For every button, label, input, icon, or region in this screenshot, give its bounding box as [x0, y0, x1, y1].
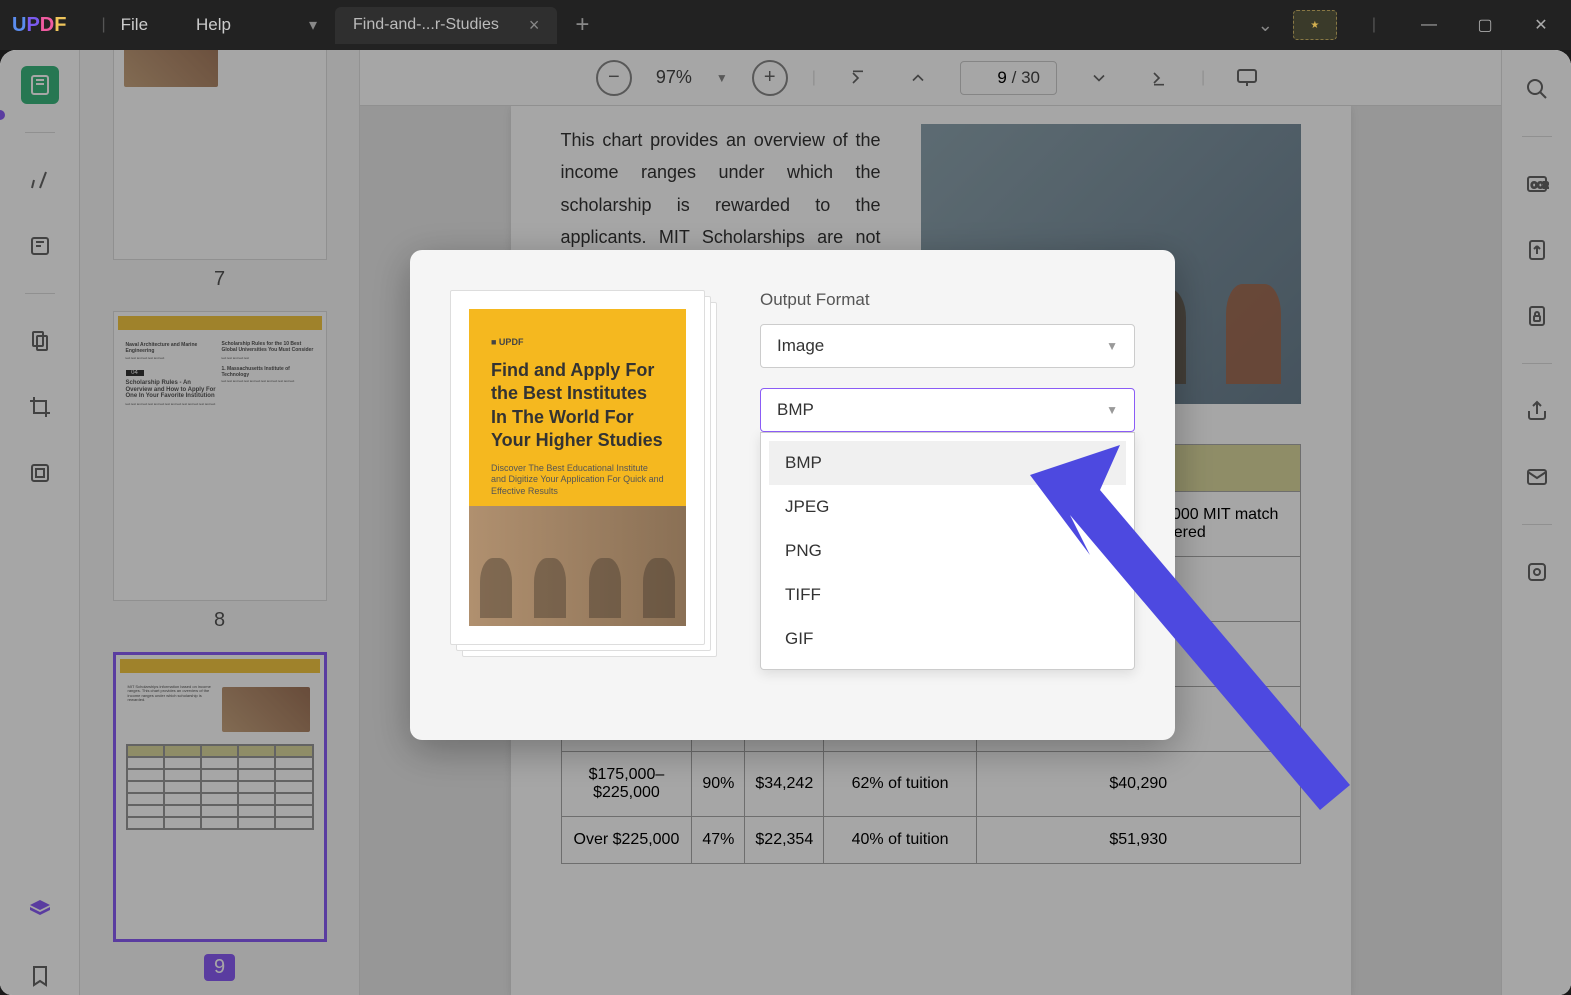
chevron-down-icon: ▼: [1106, 339, 1118, 353]
subformat-select[interactable]: BMP ▼: [760, 388, 1135, 432]
maximize-button[interactable]: ▢: [1467, 7, 1503, 43]
option-gif[interactable]: GIF: [769, 617, 1126, 661]
export-dialog: ■ UPDF Find and Apply For the Best Insti…: [410, 250, 1175, 740]
document-tab[interactable]: Find-and-...r-Studies ×: [335, 7, 557, 44]
subformat-dropdown: BMP JPEG PNG TIFF GIF: [760, 432, 1135, 670]
titlebar: UPDF | File Help ▾ Find-and-...r-Studies…: [0, 0, 1571, 50]
close-tab-icon[interactable]: ×: [529, 15, 540, 36]
tab-title: Find-and-...r-Studies: [353, 16, 499, 34]
help-menu[interactable]: Help: [196, 15, 231, 35]
option-tiff[interactable]: TIFF: [769, 573, 1126, 617]
output-format-label: Output Format: [760, 290, 1135, 310]
option-jpeg[interactable]: JPEG: [769, 485, 1126, 529]
format-select[interactable]: Image ▼: [760, 324, 1135, 368]
premium-badge[interactable]: ★: [1293, 10, 1337, 40]
chevron-down-icon: ▼: [1106, 403, 1118, 417]
tab-dropdown-icon[interactable]: ▾: [299, 11, 327, 39]
file-menu[interactable]: File: [121, 15, 148, 35]
option-bmp[interactable]: BMP: [769, 441, 1126, 485]
chevron-down-icon[interactable]: ⌄: [1258, 15, 1273, 36]
close-window-button[interactable]: ✕: [1523, 7, 1559, 43]
app-logo: UPDF: [12, 14, 66, 37]
dialog-preview: ■ UPDF Find and Apply For the Best Insti…: [450, 290, 720, 660]
minimize-button[interactable]: —: [1411, 7, 1447, 43]
dialog-form: Output Format Image ▼ BMP ▼ BMP JPEG PNG…: [760, 290, 1135, 700]
add-tab-icon[interactable]: +: [575, 11, 589, 39]
option-png[interactable]: PNG: [769, 529, 1126, 573]
